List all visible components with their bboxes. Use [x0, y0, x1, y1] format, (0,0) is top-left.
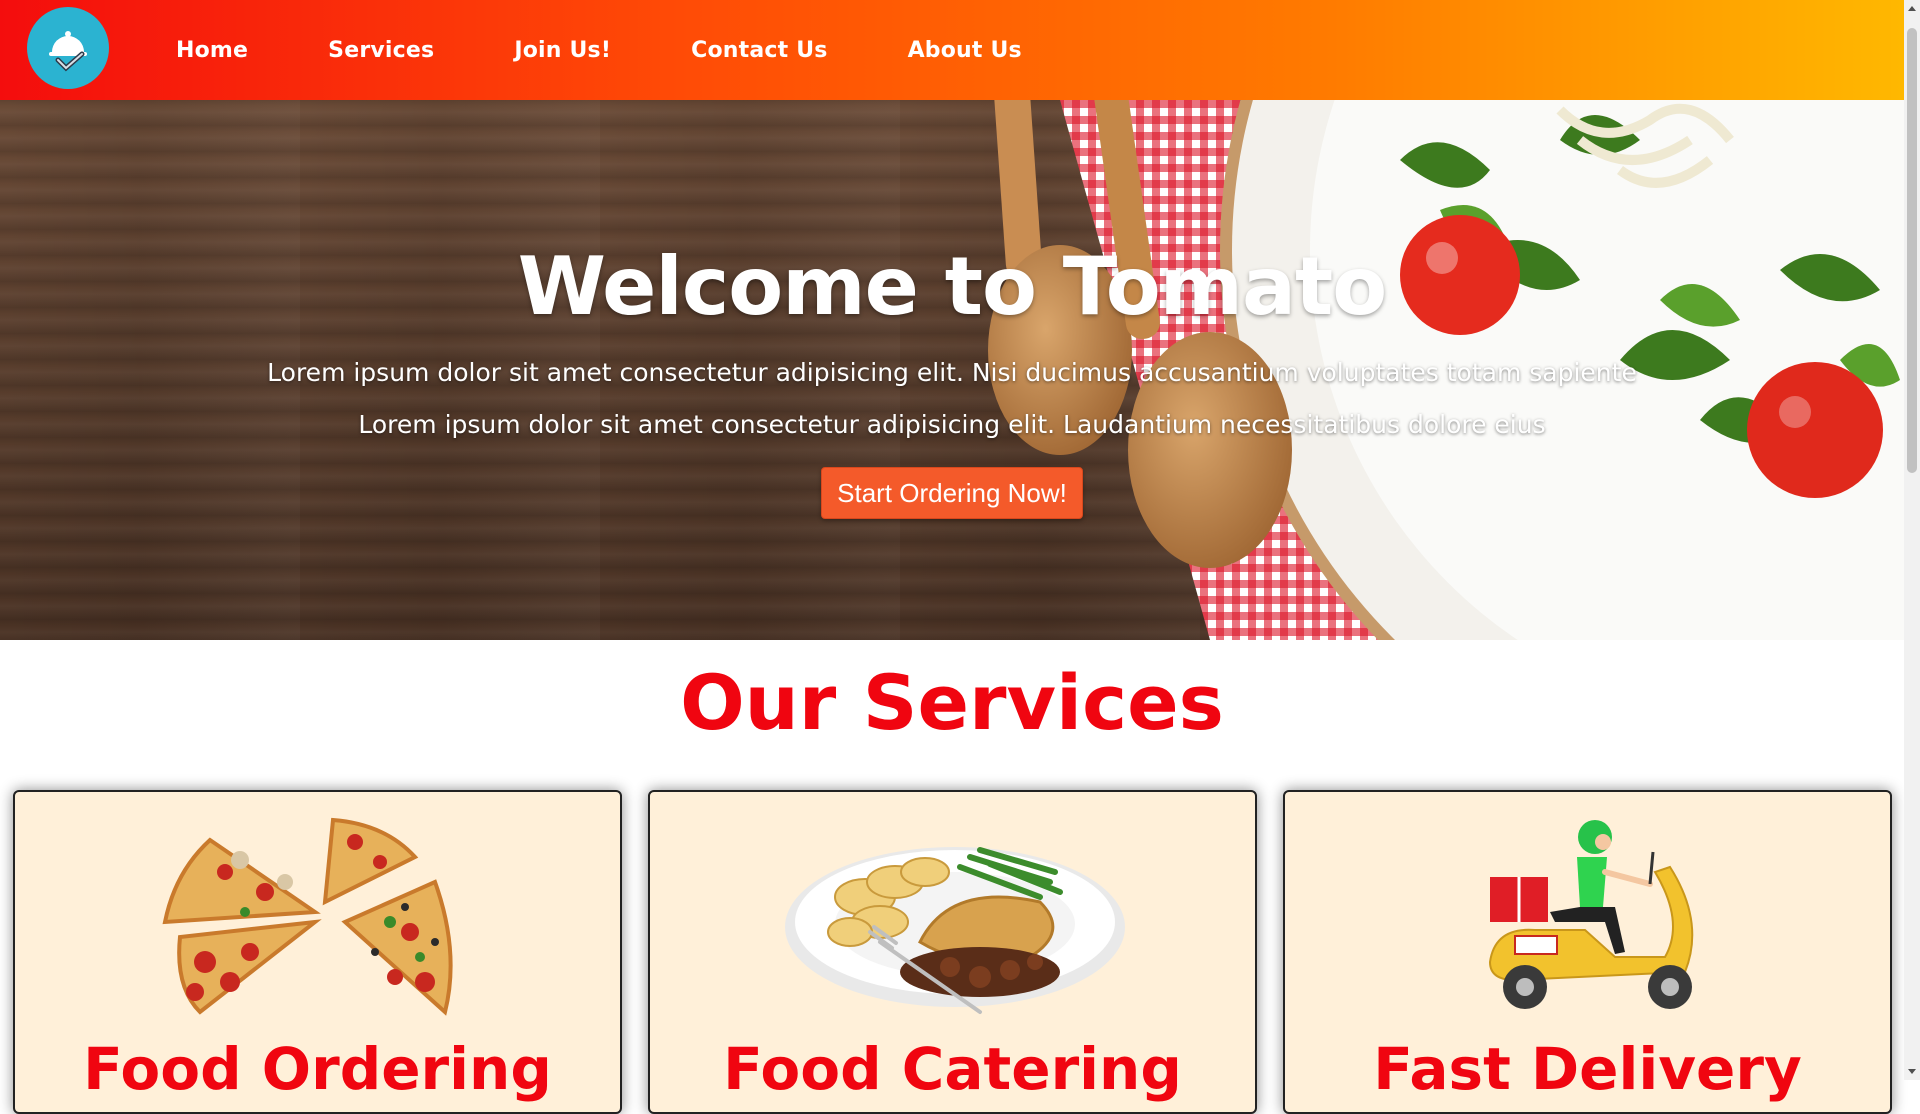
- cloche-check-icon: [49, 31, 87, 72]
- delivery-scooter-image: [1488, 820, 1694, 1009]
- nav-about-us[interactable]: About Us: [908, 38, 1022, 63]
- hero-text-line-1: Lorem ipsum dolor sit amet consectetur a…: [267, 358, 1637, 387]
- hero-banner: Welcome to Tomato Lorem ipsum dolor sit …: [0, 100, 1904, 640]
- hero-text-line-2: Lorem ipsum dolor sit amet consectetur a…: [358, 410, 1546, 439]
- navbar: Home Services Join Us! Contact Us About …: [0, 0, 1904, 100]
- page-scrollbar[interactable]: [1904, 0, 1920, 1080]
- scroll-down-icon[interactable]: [1908, 1069, 1916, 1074]
- plated-meal-image: [785, 847, 1125, 1014]
- main-nav: Home Services Join Us! Contact Us About …: [176, 0, 1102, 100]
- logo[interactable]: [27, 7, 109, 89]
- hero-title: Welcome to Tomato: [517, 240, 1387, 333]
- service-card-title: Food Catering: [723, 1035, 1182, 1103]
- pizza-slices-image: [162, 817, 453, 1016]
- start-ordering-button[interactable]: Start Ordering Now!: [821, 467, 1083, 519]
- scroll-up-icon[interactable]: [1908, 6, 1916, 11]
- services-heading: Our Services: [680, 658, 1224, 747]
- nav-services[interactable]: Services: [328, 38, 434, 63]
- nav-join-us[interactable]: Join Us!: [514, 38, 611, 63]
- service-card-fast-delivery[interactable]: Fast Delivery: [1283, 790, 1892, 1114]
- service-card-title: Fast Delivery: [1373, 1035, 1802, 1103]
- service-card-food-catering[interactable]: Food Catering: [648, 790, 1257, 1114]
- nav-home[interactable]: Home: [176, 38, 248, 63]
- nav-contact-us[interactable]: Contact Us: [691, 38, 827, 63]
- scroll-thumb[interactable]: [1907, 28, 1917, 473]
- service-card-food-ordering[interactable]: Food Ordering: [13, 790, 622, 1114]
- service-card-title: Food Ordering: [83, 1035, 552, 1103]
